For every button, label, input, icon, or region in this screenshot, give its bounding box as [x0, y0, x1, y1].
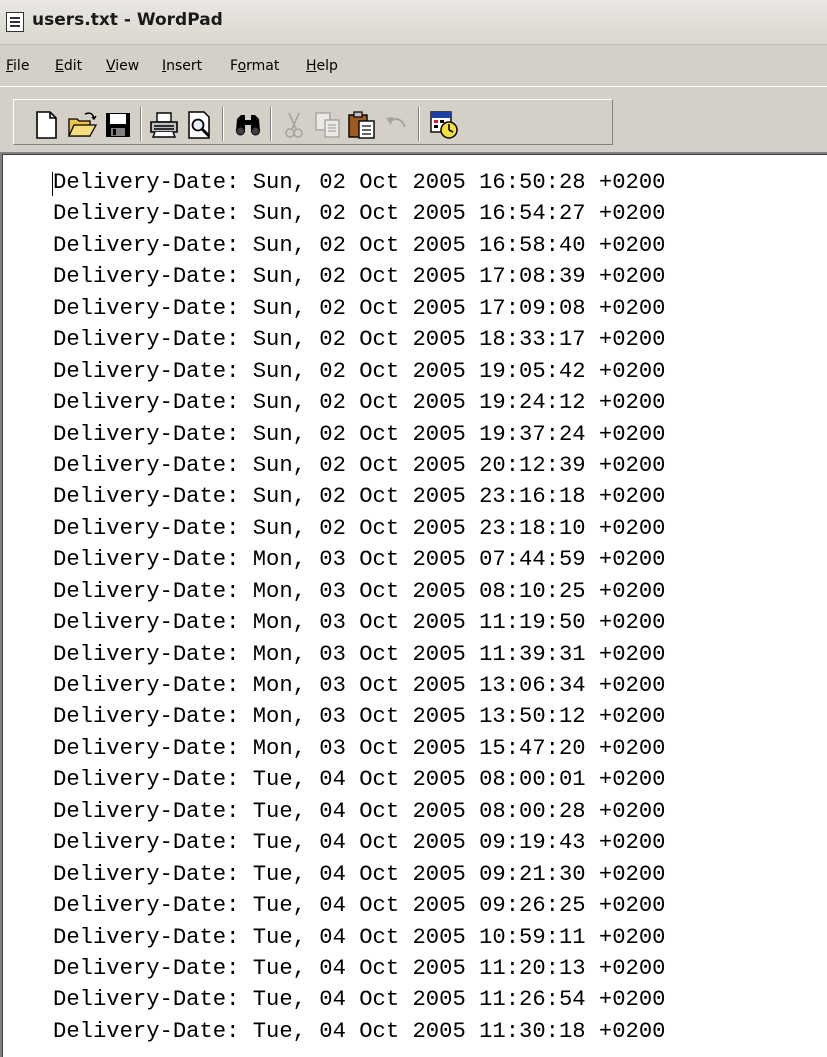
toolbar-separator [418, 107, 420, 141]
text-line[interactable]: Delivery-Date: Mon, 03 Oct 2005 08:10:25… [53, 576, 665, 607]
toolbar-separator [270, 107, 272, 141]
title-bar[interactable]: users.txt - WordPad [0, 0, 827, 45]
document-text-area[interactable]: Delivery-Date: Sun, 02 Oct 2005 16:50:28… [2, 154, 827, 1057]
text-line[interactable]: Delivery-Date: Tue, 04 Oct 2005 08:00:28… [53, 796, 665, 827]
open-folder-icon[interactable] [66, 109, 98, 141]
text-line[interactable]: Delivery-Date: Sun, 02 Oct 2005 20:12:39… [53, 450, 665, 481]
toolbar-separator [222, 107, 224, 141]
window-title: users.txt - WordPad [32, 10, 223, 30]
text-line[interactable]: Delivery-Date: Tue, 04 Oct 2005 11:26:54… [53, 984, 665, 1015]
text-line[interactable]: Delivery-Date: Sun, 02 Oct 2005 23:16:18… [53, 481, 665, 512]
find-binoculars-icon[interactable] [232, 109, 264, 141]
print-icon[interactable] [148, 109, 180, 141]
text-line[interactable]: Delivery-Date: Tue, 04 Oct 2005 09:26:25… [53, 890, 665, 921]
text-line[interactable]: Delivery-Date: Sun, 02 Oct 2005 23:18:10… [53, 513, 665, 544]
text-line[interactable]: Delivery-Date: Tue, 04 Oct 2005 09:21:30… [53, 859, 665, 890]
print-preview-icon[interactable] [184, 109, 216, 141]
undo-icon[interactable] [380, 109, 412, 141]
text-line[interactable]: Delivery-Date: Mon, 03 Oct 2005 13:06:34… [53, 670, 665, 701]
copy-icon[interactable] [312, 109, 344, 141]
text-line[interactable]: Delivery-Date: Mon, 03 Oct 2005 07:44:59… [53, 544, 665, 575]
menu-edit[interactable]: Edit [55, 58, 82, 74]
text-line[interactable]: Delivery-Date: Mon, 03 Oct 2005 13:50:12… [53, 701, 665, 732]
text-line[interactable]: Delivery-Date: Sun, 02 Oct 2005 19:05:42… [53, 356, 665, 387]
document-lines: Delivery-Date: Sun, 02 Oct 2005 16:50:28… [53, 167, 665, 1047]
insert-date-time-icon[interactable] [428, 109, 460, 141]
menu-insert[interactable]: Insert [162, 58, 202, 74]
document-frame: Delivery-Date: Sun, 02 Oct 2005 16:50:28… [0, 152, 827, 1057]
standard-toolbar-band [13, 99, 613, 145]
text-line[interactable]: Delivery-Date: Sun, 02 Oct 2005 17:09:08… [53, 293, 665, 324]
menu-format[interactable]: Format [230, 58, 279, 74]
text-line[interactable]: Delivery-Date: Sun, 02 Oct 2005 18:33:17… [53, 324, 665, 355]
menu-view[interactable]: View [106, 58, 139, 74]
wordpad-document-icon[interactable] [6, 12, 24, 32]
save-disk-icon[interactable] [102, 109, 134, 141]
text-line[interactable]: Delivery-Date: Tue, 04 Oct 2005 11:30:18… [53, 1016, 665, 1047]
paste-clipboard-icon[interactable] [346, 109, 378, 141]
new-document-icon[interactable] [30, 109, 62, 141]
cut-scissors-icon[interactable] [278, 109, 310, 141]
text-line[interactable]: Delivery-Date: Mon, 03 Oct 2005 11:39:31… [53, 639, 665, 670]
text-line[interactable]: Delivery-Date: Mon, 03 Oct 2005 11:19:50… [53, 607, 665, 638]
menu-help[interactable]: Help [306, 58, 338, 74]
text-line[interactable]: Delivery-Date: Mon, 03 Oct 2005 15:47:20… [53, 733, 665, 764]
wordpad-window: users.txt - WordPad File Edit View Inser… [0, 0, 827, 1057]
text-line[interactable]: Delivery-Date: Sun, 02 Oct 2005 19:37:24… [53, 419, 665, 450]
text-line[interactable]: Delivery-Date: Tue, 04 Oct 2005 09:19:43… [53, 827, 665, 858]
text-line[interactable]: Delivery-Date: Sun, 02 Oct 2005 19:24:12… [53, 387, 665, 418]
text-line[interactable]: Delivery-Date: Tue, 04 Oct 2005 11:20:13… [53, 953, 665, 984]
toolbar-separator [140, 107, 142, 141]
text-line[interactable]: Delivery-Date: Sun, 02 Oct 2005 17:08:39… [53, 261, 665, 292]
text-line[interactable]: Delivery-Date: Tue, 04 Oct 2005 08:00:01… [53, 764, 665, 795]
text-line[interactable]: Delivery-Date: Sun, 02 Oct 2005 16:54:27… [53, 198, 665, 229]
menu-bar: File Edit View Insert Format Help [0, 52, 827, 82]
toolbar [0, 86, 827, 153]
text-line[interactable]: Delivery-Date: Sun, 02 Oct 2005 16:58:40… [53, 230, 665, 261]
text-line[interactable]: Delivery-Date: Sun, 02 Oct 2005 16:50:28… [53, 167, 665, 198]
text-line[interactable]: Delivery-Date: Tue, 04 Oct 2005 10:59:11… [53, 922, 665, 953]
menu-file[interactable]: File [6, 58, 29, 74]
